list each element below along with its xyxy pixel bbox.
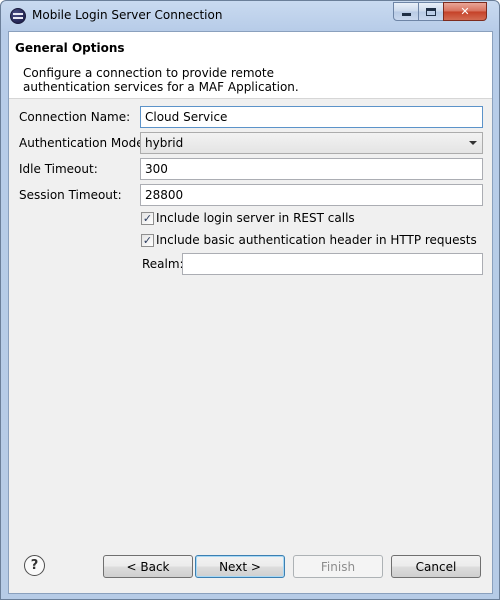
help-button[interactable]: ?	[24, 555, 45, 576]
auth-mode-select[interactable]: hybrid	[140, 132, 483, 154]
auth-mode-label: Authentication Mode:	[19, 136, 148, 150]
include-basic-auth-label: Include basic authentication header in H…	[156, 233, 477, 247]
eclipse-app-icon	[10, 8, 26, 24]
idle-timeout-label: Idle Timeout:	[19, 162, 98, 176]
idle-timeout-input[interactable]	[140, 158, 483, 180]
next-button[interactable]: Next >	[195, 555, 285, 578]
chevron-down-icon[interactable]	[464, 133, 482, 153]
minimize-button[interactable]	[393, 2, 419, 21]
minimize-icon	[401, 13, 411, 16]
title-bar[interactable]: Mobile Login Server Connection ✕	[1, 1, 499, 31]
connection-name-input[interactable]	[140, 106, 483, 128]
maximize-button[interactable]	[418, 2, 444, 21]
session-timeout-label: Session Timeout:	[19, 188, 122, 202]
include-login-server-checkbox[interactable]: ✓	[141, 212, 154, 225]
include-basic-auth-checkbox[interactable]: ✓	[141, 234, 154, 247]
realm-input[interactable]	[182, 253, 483, 275]
auth-mode-value: hybrid	[145, 136, 184, 150]
wizard-header: General Options Configure a connection t…	[9, 32, 492, 99]
include-login-server-label: Include login server in REST calls	[156, 211, 355, 225]
page-title: General Options	[15, 41, 125, 55]
cancel-button[interactable]: Cancel	[391, 555, 481, 578]
help-icon: ?	[30, 558, 39, 573]
maximize-icon	[426, 7, 436, 16]
page-description: Configure a connection to provide remote…	[23, 66, 299, 94]
back-button[interactable]: < Back	[103, 555, 193, 578]
session-timeout-input[interactable]	[140, 184, 483, 206]
connection-name-label: Connection Name:	[19, 110, 131, 124]
close-button[interactable]: ✕	[443, 2, 487, 21]
finish-button[interactable]: Finish	[293, 555, 383, 578]
form-area: Connection Name: Authentication Mode: hy…	[9, 100, 492, 565]
dialog-window: Mobile Login Server Connection ✕ General…	[0, 0, 500, 600]
close-icon: ✕	[460, 5, 470, 18]
dialog-client-area: General Options Configure a connection t…	[8, 31, 493, 594]
window-title: Mobile Login Server Connection	[32, 8, 223, 22]
realm-label: Realm:	[142, 257, 184, 271]
